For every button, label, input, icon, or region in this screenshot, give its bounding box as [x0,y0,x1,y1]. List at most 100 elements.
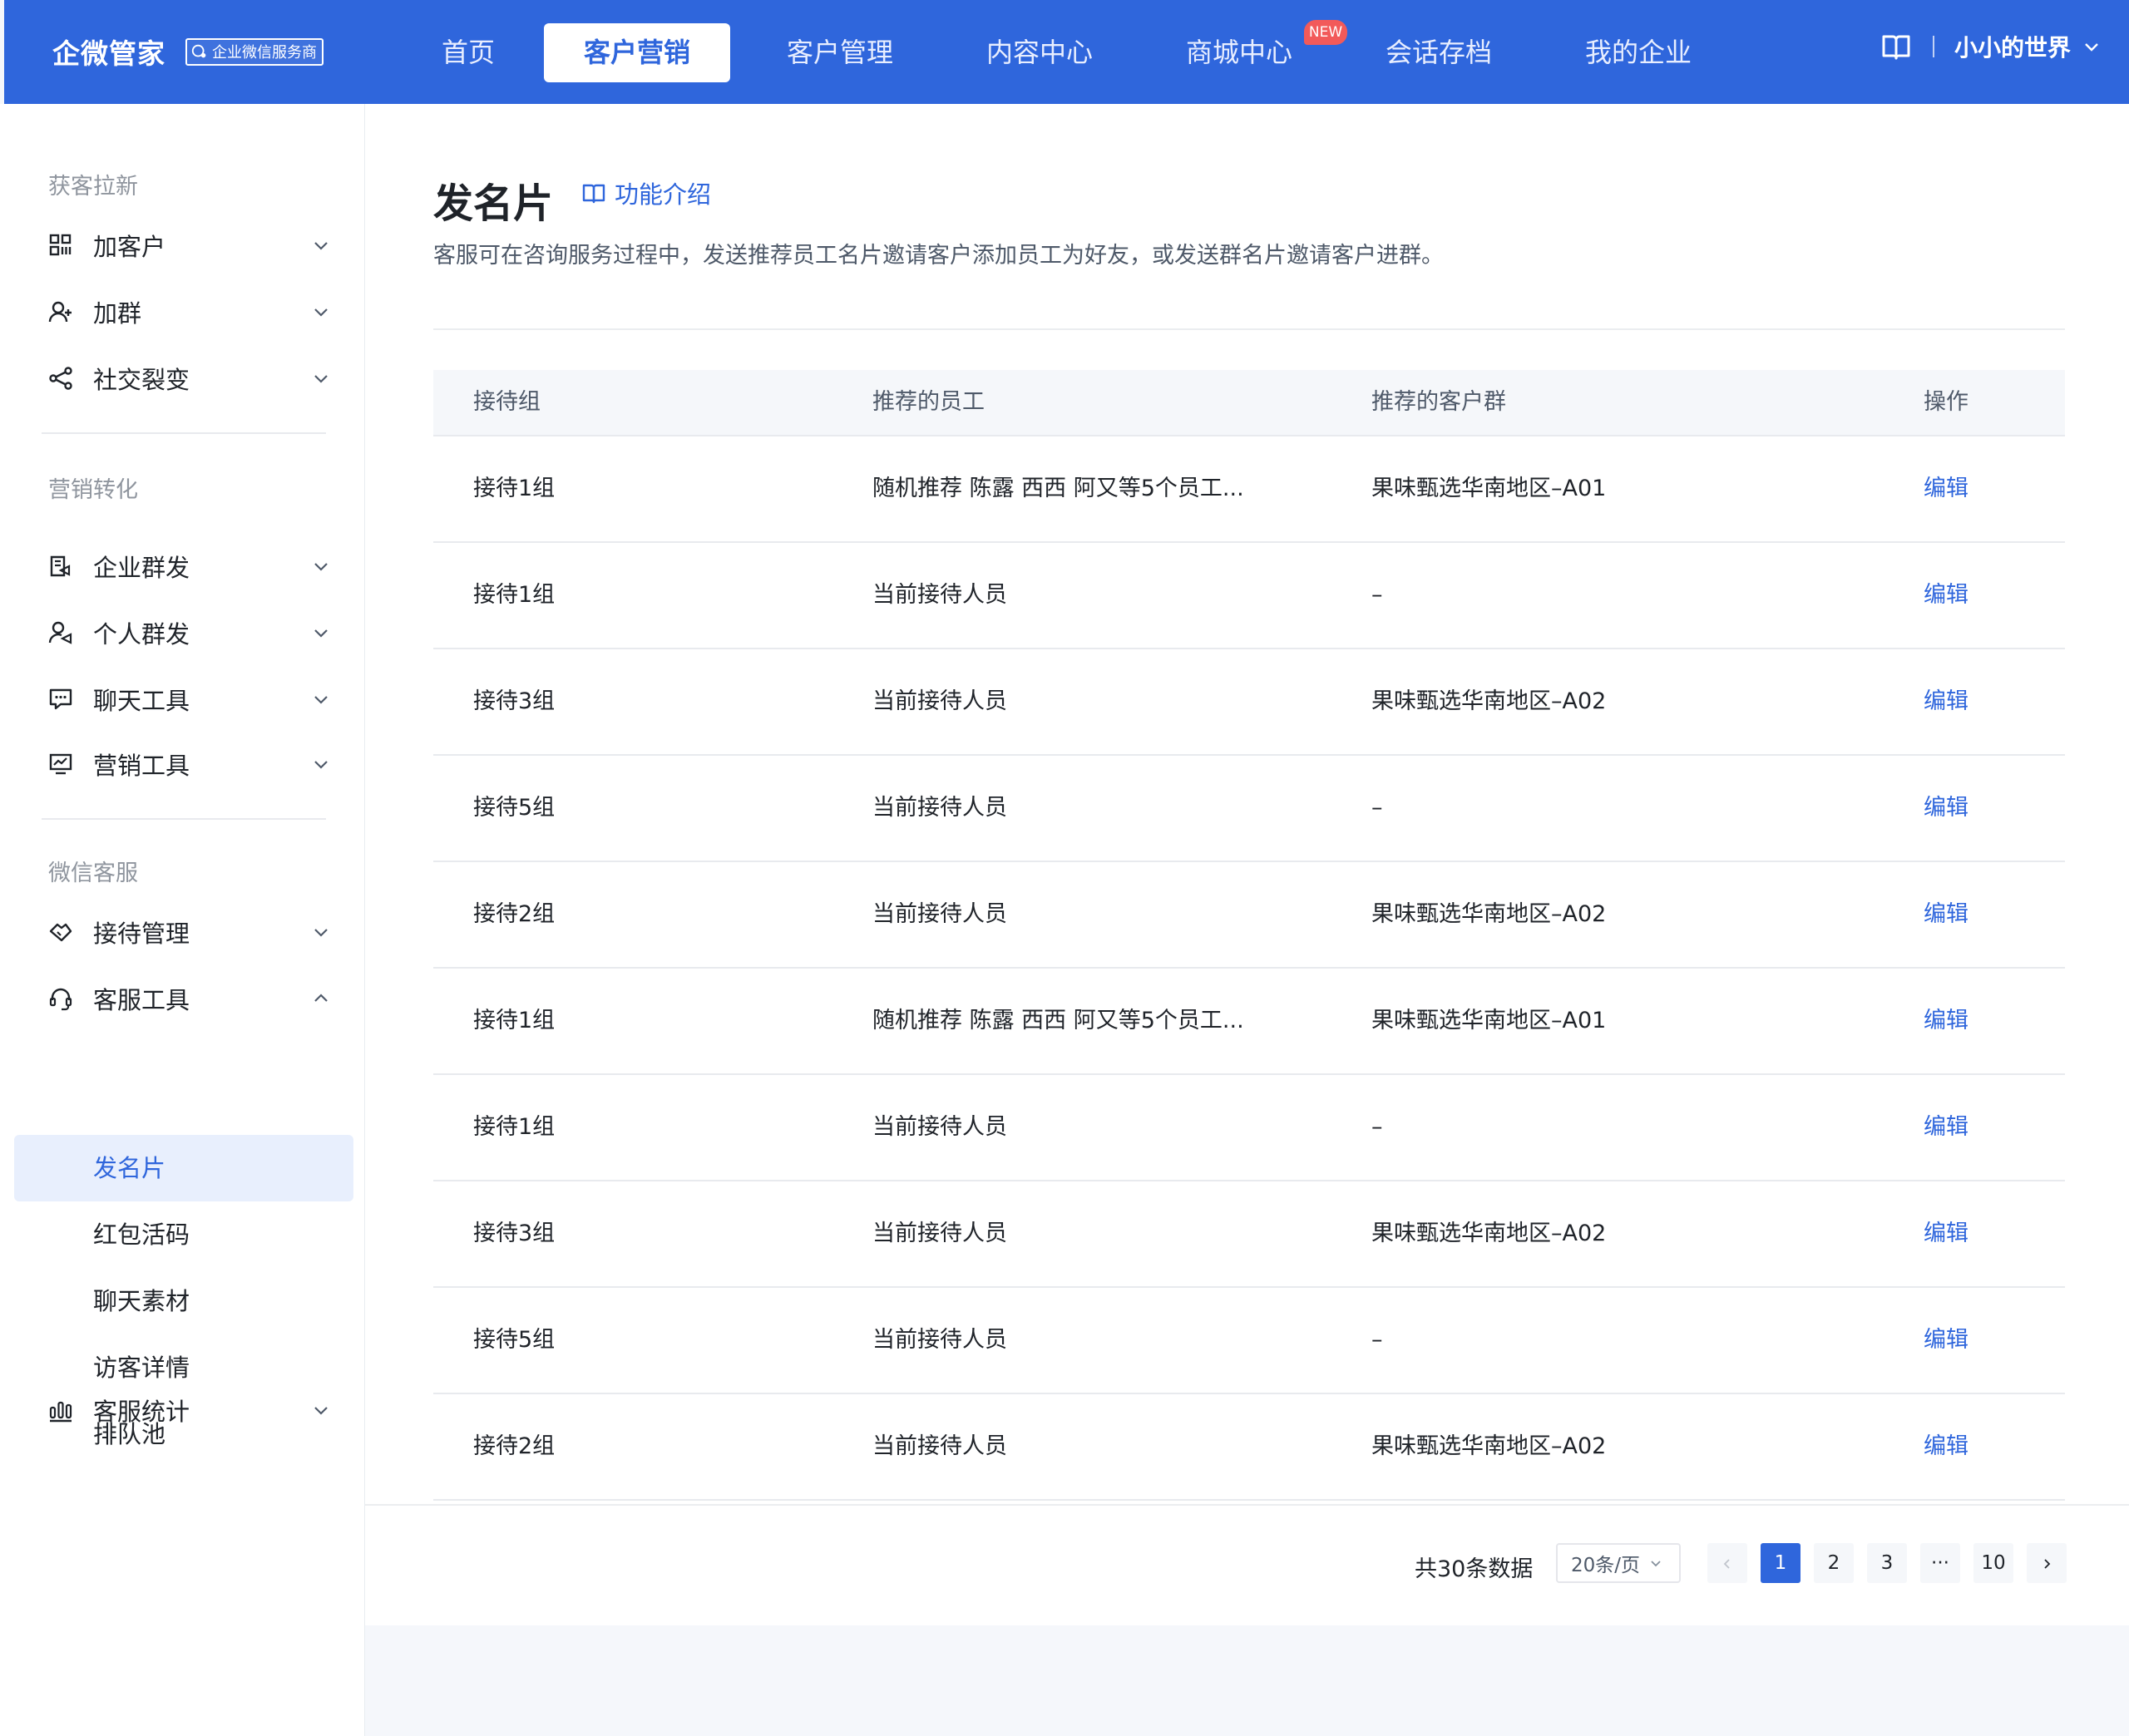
cell-staff: 当前接待人员 [872,1327,1007,1353]
sidebar-item-marketing-tools[interactable]: 营销工具 [48,741,331,787]
edit-button[interactable]: 编辑 [1924,543,1968,648]
user-name[interactable]: 小小的世界 [1954,30,2071,63]
cell-staff: 当前接待人员 [872,1221,1007,1246]
nav-item-home[interactable]: 首页 [410,23,526,82]
sidebar-divider [42,818,326,820]
sidebar-item-label: 聊天工具 [93,687,190,715]
sidebar-item-service-tools[interactable]: 客服工具 [48,975,331,1022]
nav-item-content-center[interactable]: 内容中心 [956,23,1123,82]
page-size-value: 20条/页 [1571,1555,1641,1576]
sidebar-item-social-fission[interactable]: 社交裂变 [48,355,331,402]
nav-item-customer-management[interactable]: 客户管理 [757,23,923,82]
cell-chat: 果味甄选华南地区–A01 [1371,1008,1607,1033]
table-row: 接待1组 当前接待人员 – 编辑 [433,543,2065,649]
reception-table: 接待组 推荐的员工 推荐的客户群 操作 接待1组 随机推荐 陈露 西西 阿又等5个… [433,370,2065,1501]
page-button-10[interactable]: 10 [1973,1543,2013,1583]
column-header-group: 接待组 [473,389,541,415]
user-send-icon [48,621,72,644]
cell-chat: 果味甄选华南地区–A02 [1371,1221,1607,1246]
cell-group: 接待3组 [473,1221,556,1246]
sidebar-sub-item-chat-materials[interactable]: 聊天素材 [93,1278,343,1324]
chevron-down-icon [314,696,328,704]
page-size-select[interactable]: 20条/页 [1556,1543,1681,1583]
headset-icon [49,988,72,1011]
qrcode-icon [49,234,72,256]
cell-chat: 果味甄选华南地区–A02 [1371,901,1607,927]
divider [433,328,2065,330]
column-header-staff: 推荐的员工 [872,389,985,415]
sidebar-item-chat-tools[interactable]: 聊天工具 [48,676,331,723]
sidebar-item-reception-management[interactable]: 接待管理 [48,909,331,955]
edit-button[interactable]: 编辑 [1924,1075,1968,1180]
chevron-down-icon [314,1407,328,1415]
nav-item-my-enterprise[interactable]: 我的企业 [1555,23,1721,82]
cell-chat: – [1371,582,1383,608]
chevron-down-icon [314,563,328,571]
book-icon[interactable] [1880,30,1913,63]
brand-name: 企微管家 [52,37,165,70]
sidebar-item-label: 接待管理 [93,920,190,948]
sidebar-item-label: 个人群发 [93,620,190,649]
cell-group: 接待1组 [473,476,556,501]
cell-chat: – [1371,1327,1383,1353]
nav-item-chat-archive[interactable]: 会话存档 [1356,23,1522,82]
feature-intro-label: 功能介绍 [615,180,712,209]
sidebar-sub-item-send-card[interactable]: 发名片 [93,1145,343,1191]
brand[interactable]: 企微管家 企业微信服务商 [52,32,324,72]
sidebar-item-label: 加客户 [93,233,166,261]
cell-staff: 当前接待人员 [872,1433,1007,1459]
cell-chat: – [1371,1114,1383,1140]
cell-staff: 当前接待人员 [872,1114,1007,1140]
total-count: 共30条数据 [1415,1556,1534,1582]
edit-button[interactable]: 编辑 [1924,969,1968,1073]
page-button-2[interactable]: 2 [1814,1543,1854,1583]
nav-item-mall-center[interactable]: 商城中心 [1156,23,1322,82]
broadcast-icon [50,555,71,577]
brand-badge-label: 企业微信服务商 [212,44,317,62]
edit-button[interactable]: 编辑 [1924,862,1968,967]
cell-chat: 果味甄选华南地区–A01 [1371,476,1607,501]
cell-group: 接待1组 [473,582,556,608]
sidebar-item-label: 社交裂变 [93,366,190,394]
cell-staff: 当前接待人员 [872,795,1007,821]
cell-group: 接待2组 [473,1433,556,1459]
cell-staff: 当前接待人员 [872,901,1007,927]
next-page-button[interactable] [2027,1543,2067,1583]
edit-button[interactable]: 编辑 [1924,756,1968,861]
share-icon [49,367,72,390]
sidebar-item-service-statistics[interactable]: 客服统计 [48,1387,331,1433]
page-button-3[interactable]: 3 [1867,1543,1907,1583]
chevron-down-icon[interactable] [2082,37,2101,56]
sidebar-item-label: 企业群发 [93,554,190,582]
sidebar-item-add-customer[interactable]: 加客户 [48,222,331,269]
edit-button[interactable]: 编辑 [1924,649,1968,754]
sidebar-item-label: 客服统计 [93,1398,190,1426]
table-body: 接待1组 随机推荐 陈露 西西 阿又等5个员工... 果味甄选华南地区–A01 编辑接… [433,436,2065,1501]
sidebar-item-add-group[interactable]: 加群 [48,289,331,335]
sidebar-item-personal-broadcast[interactable]: 个人群发 [48,609,331,656]
sidebar-sub-item-visitor-details[interactable]: 访客详情 [93,1344,343,1391]
sidebar-section-title: 微信客服 [48,861,138,886]
page-button-1[interactable]: 1 [1761,1543,1801,1583]
bar-chart-icon [49,1401,72,1423]
edit-button[interactable]: 编辑 [1924,436,1968,541]
new-badge: NEW [1304,20,1347,45]
cell-staff: 随机推荐 陈露 西西 阿又等5个员工... [872,476,1244,501]
sidebar-sub-item-red-packet-code[interactable]: 红包活码 [93,1211,343,1258]
chevron-down-icon [314,375,328,383]
edit-button[interactable]: 编辑 [1924,1181,1968,1286]
brand-badge: 企业微信服务商 [185,37,324,66]
column-header-chat: 推荐的客户群 [1371,389,1506,415]
edit-button[interactable]: 编辑 [1924,1394,1968,1499]
sidebar-item-enterprise-broadcast[interactable]: 企业群发 [48,543,331,589]
chevron-up-icon [314,994,328,1002]
nav-item-customer-marketing[interactable]: 客户营销 [544,23,730,82]
feature-intro-link[interactable]: 功能介绍 [581,175,711,210]
pagination-bar: 共30条数据 20条/页 1 2 3 ··· 10 [365,1504,2129,1627]
prev-page-button[interactable] [1707,1543,1747,1583]
table-row: 接待5组 当前接待人员 – 编辑 [433,1288,2065,1394]
page-ellipsis[interactable]: ··· [1920,1543,1960,1583]
sidebar-item-label: 营销工具 [93,752,190,780]
column-header-action: 操作 [1924,389,1968,415]
edit-button[interactable]: 编辑 [1924,1288,1968,1393]
